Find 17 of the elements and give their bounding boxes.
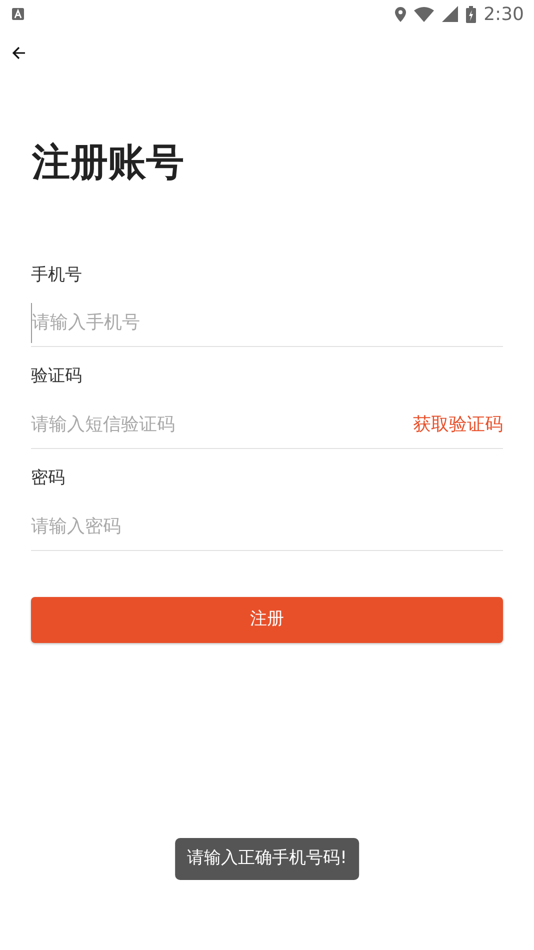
field-label: 手机号 (31, 264, 83, 287)
field-label: 验证码 (31, 365, 83, 388)
toast-message: 请输入正确手机号码! (175, 838, 359, 880)
page-title: 注册账号 (32, 140, 185, 186)
password-field[interactable]: 请输入密码 (31, 506, 503, 546)
battery-charging-icon (466, 6, 476, 22)
status-time: 2:30 (484, 2, 524, 26)
app-notification-icon (12, 8, 24, 20)
code-field[interactable]: 请输入短信验证码 (31, 404, 413, 445)
register-button[interactable]: 注册 (31, 596, 503, 643)
wifi-icon (414, 6, 434, 22)
field-label: 密码 (31, 467, 66, 490)
back-arrow-icon[interactable] (12, 46, 26, 60)
signal-icon (442, 6, 458, 22)
phone-field[interactable]: 请输入手机号 (31, 302, 503, 343)
get-code-button[interactable]: 获取验证码 (413, 411, 503, 438)
location-icon (394, 6, 406, 22)
